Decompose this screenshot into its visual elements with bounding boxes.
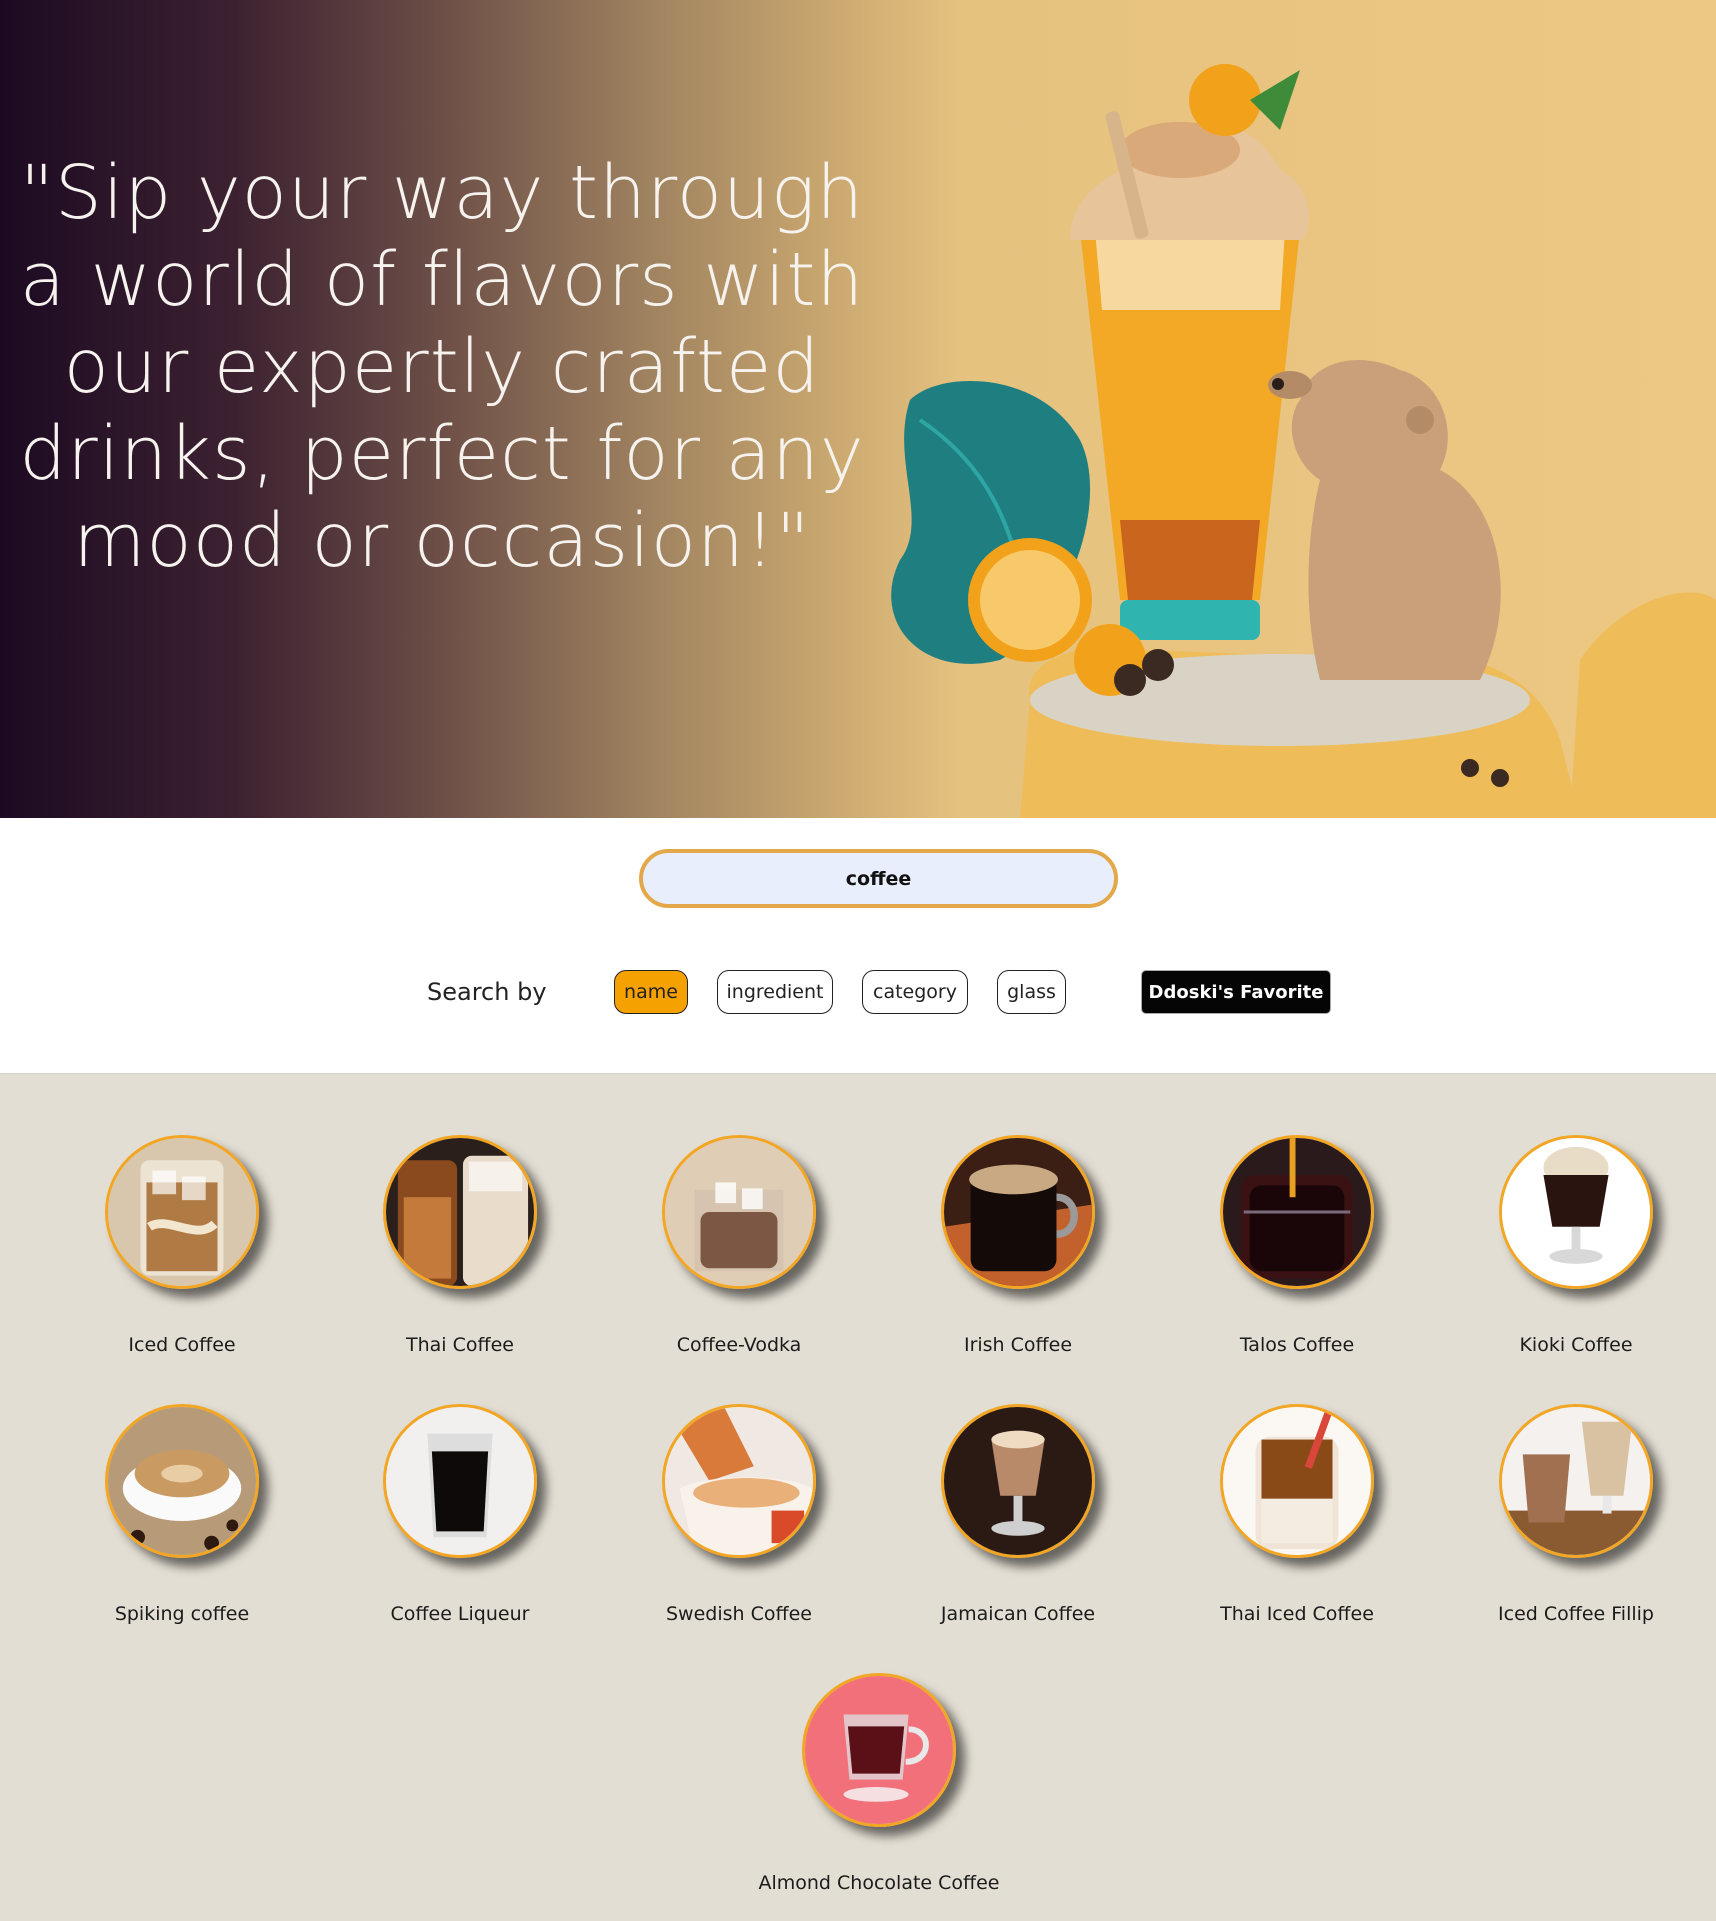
drink-card[interactable]: Spiking coffee xyxy=(52,1404,312,1627)
drink-card[interactable]: Coffee-Vodka xyxy=(609,1135,869,1358)
filter-chip-ingredient[interactable]: ingredient xyxy=(717,970,833,1014)
drink-name: Iced Coffee Fillip xyxy=(1498,1603,1654,1625)
jamaican-coffee-glass-icon xyxy=(941,1404,1095,1558)
iced-coffee-glass-icon xyxy=(105,1135,259,1289)
drink-card[interactable]: Kioki Coffee xyxy=(1446,1135,1706,1358)
drink-card[interactable]: Thai Coffee xyxy=(330,1135,590,1358)
drink-card[interactable]: Coffee Liqueur xyxy=(330,1404,590,1627)
drink-card[interactable]: Swedish Coffee xyxy=(609,1404,869,1627)
favorite-button[interactable]: Ddoski's Favorite xyxy=(1141,970,1331,1014)
coffee-vodka-glass-icon xyxy=(662,1135,816,1289)
kioki-coffee-glass-icon xyxy=(1499,1135,1653,1289)
spiking-coffee-cup-icon xyxy=(105,1404,259,1558)
drink-card[interactable]: Almond Chocolate Coffee xyxy=(749,1673,1009,1896)
thai-coffee-glasses-icon xyxy=(383,1135,537,1289)
drink-name: Spiking coffee xyxy=(114,1603,250,1625)
drink-card[interactable]: Thai Iced Coffee xyxy=(1167,1404,1427,1627)
drink-name: Swedish Coffee xyxy=(666,1603,812,1625)
drink-card[interactable]: Iced Coffee Fillip xyxy=(1446,1404,1706,1627)
drink-name: Coffee-Vodka xyxy=(676,1334,802,1356)
drink-name: Kioki Coffee xyxy=(1519,1334,1633,1356)
hero-banner: "Sip your way through a world of flavors… xyxy=(0,0,1716,818)
drink-name: Irish Coffee xyxy=(963,1334,1073,1356)
search-filter-row: Search by name ingredient category glass… xyxy=(0,968,1716,1014)
iced-coffee-fillip-glasses-icon xyxy=(1499,1404,1653,1558)
hero-quote: "Sip your way through a world of flavors… xyxy=(19,150,865,584)
drink-name: Iced Coffee xyxy=(128,1334,236,1356)
drink-name: Jamaican Coffee xyxy=(940,1603,1096,1625)
coffee-liqueur-glass-icon xyxy=(383,1404,537,1558)
filter-chip-name[interactable]: name xyxy=(614,970,688,1014)
drink-name: Talos Coffee xyxy=(1239,1334,1355,1356)
thai-iced-coffee-jar-icon xyxy=(1220,1404,1374,1558)
drink-card[interactable]: Irish Coffee xyxy=(888,1135,1148,1358)
drink-card[interactable]: Iced Coffee xyxy=(52,1135,312,1358)
talos-coffee-glass-icon xyxy=(1220,1135,1374,1289)
search-bar xyxy=(639,849,1118,908)
drink-name: Almond Chocolate Coffee xyxy=(758,1872,1000,1894)
drink-name: Coffee Liqueur xyxy=(390,1603,530,1625)
drink-card[interactable]: Jamaican Coffee xyxy=(888,1404,1148,1627)
drink-card[interactable]: Talos Coffee xyxy=(1167,1135,1427,1358)
swedish-coffee-pour-icon xyxy=(662,1404,816,1558)
hero-drink-illustration xyxy=(891,64,1716,818)
drink-name: Thai Coffee xyxy=(406,1334,514,1356)
drink-results-grid: Iced Coffee Thai Coffee Coffee-Vodka Iri… xyxy=(0,1073,1716,1921)
search-by-label: Search by xyxy=(427,978,547,1006)
filter-chip-glass[interactable]: glass xyxy=(997,970,1066,1014)
search-input[interactable] xyxy=(639,849,1118,908)
drink-name: Thai Iced Coffee xyxy=(1220,1603,1374,1625)
irish-coffee-mug-icon xyxy=(941,1135,1095,1289)
filter-chip-category[interactable]: category xyxy=(862,970,968,1014)
almond-chocolate-coffee-mug-icon xyxy=(802,1673,956,1827)
